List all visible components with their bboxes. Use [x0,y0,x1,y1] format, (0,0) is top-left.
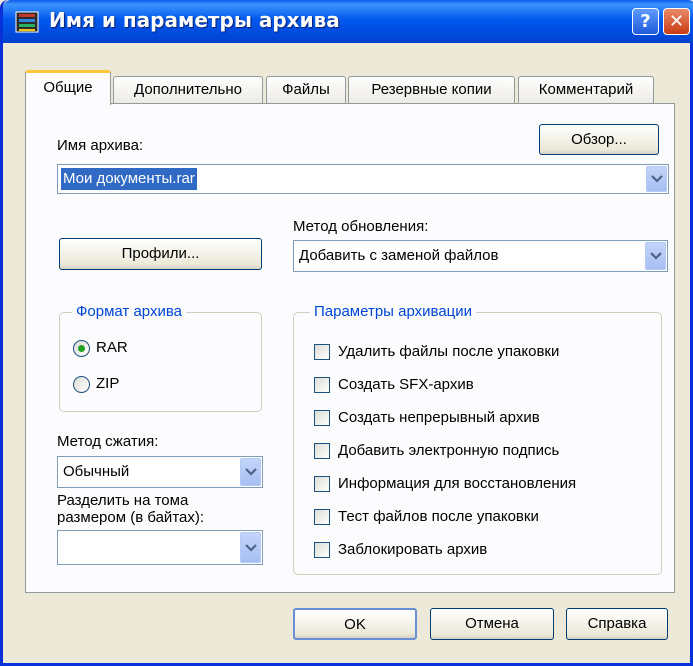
split-volumes-label-line2: размером (в байтах): [57,509,205,526]
help-button[interactable]: Справка [566,608,668,640]
chevron-down-icon [245,468,257,476]
archiving-options-title: Параметры архивации [310,303,477,320]
archive-name-dropdown-button[interactable] [646,166,667,192]
compression-method-combobox[interactable]: Обычный [57,456,263,488]
split-volumes-label-line1: Разделить на тома [57,492,189,509]
checkbox-delete-after[interactable] [314,344,330,360]
tab-comment[interactable]: Комментарий [518,76,654,103]
chevron-down-icon [245,543,257,552]
delete-after-label[interactable]: Удалить файлы после упаковки [338,343,559,360]
tab-general[interactable]: Общие [25,70,111,105]
archive-name-value[interactable]: Мои документы.rar [61,168,197,190]
profiles-button[interactable]: Профили... [59,238,262,270]
archive-format-group: Формат архива RAR ZIP [59,303,262,412]
archiving-options-group: Параметры архивации Удалить файлы после … [293,303,662,575]
cancel-button[interactable]: Отмена [430,608,554,640]
archive-name-combobox[interactable]: Мои документы.rar [57,164,669,194]
update-method-dropdown-button[interactable] [645,242,666,270]
create-sfx-label[interactable]: Создать SFX-архив [338,376,474,393]
recovery-info-label[interactable]: Информация для восстановления [338,475,576,492]
radio-zip-label[interactable]: ZIP [96,375,119,392]
checkbox-create-sfx[interactable] [314,377,330,393]
general-tab-panel: Имя архива: Обзор... Мои документы.rar М… [25,103,675,593]
test-files-label[interactable]: Тест файлов после упаковки [338,508,539,525]
window-title: Имя и параметры архива [49,8,340,32]
tab-advanced[interactable]: Дополнительно [113,76,263,103]
chevron-down-icon [650,252,662,260]
solid-archive-label[interactable]: Создать непрерывный архив [338,409,540,426]
compression-dropdown-button[interactable] [240,458,261,486]
checkbox-test-files[interactable] [314,509,330,525]
ok-button[interactable]: OK [293,608,417,640]
tab-backup[interactable]: Резервные копии [348,76,515,103]
dialog-footer: OK Отмена Справка [3,600,693,666]
compression-method-label: Метод сжатия: [57,433,159,450]
split-dropdown-button[interactable] [240,532,261,563]
browse-button[interactable]: Обзор... [539,124,659,155]
update-method-label: Метод обновления: [293,218,429,235]
chevron-down-icon [651,175,663,183]
split-volumes-combobox[interactable] [57,530,263,565]
update-method-value: Добавить с заменой файлов [299,247,499,264]
radio-rar-label[interactable]: RAR [96,339,128,356]
radio-rar[interactable] [73,340,90,357]
title-bar[interactable]: Имя и параметры архива ? ✕ [3,0,693,43]
radio-zip[interactable] [73,376,90,393]
checkbox-lock-archive[interactable] [314,542,330,558]
checkbox-add-signature[interactable] [314,443,330,459]
update-method-combobox[interactable]: Добавить с заменой файлов [293,240,668,272]
checkbox-recovery-info[interactable] [314,476,330,492]
archive-name-label: Имя архива: [57,137,144,154]
tab-files[interactable]: Файлы [266,76,346,103]
archive-dialog: Имя и параметры архива ? ✕ Общие Дополни… [0,0,693,666]
archive-format-title: Формат архива [72,303,186,320]
checkbox-solid-archive[interactable] [314,410,330,426]
help-title-button[interactable]: ? [632,8,659,35]
winrar-app-icon [15,11,39,33]
close-button[interactable]: ✕ [663,8,690,35]
radio-selected-dot [78,345,85,352]
lock-archive-label[interactable]: Заблокировать архив [338,541,487,558]
add-signature-label[interactable]: Добавить электронную подпись [338,442,559,459]
compression-method-value: Обычный [63,463,130,480]
